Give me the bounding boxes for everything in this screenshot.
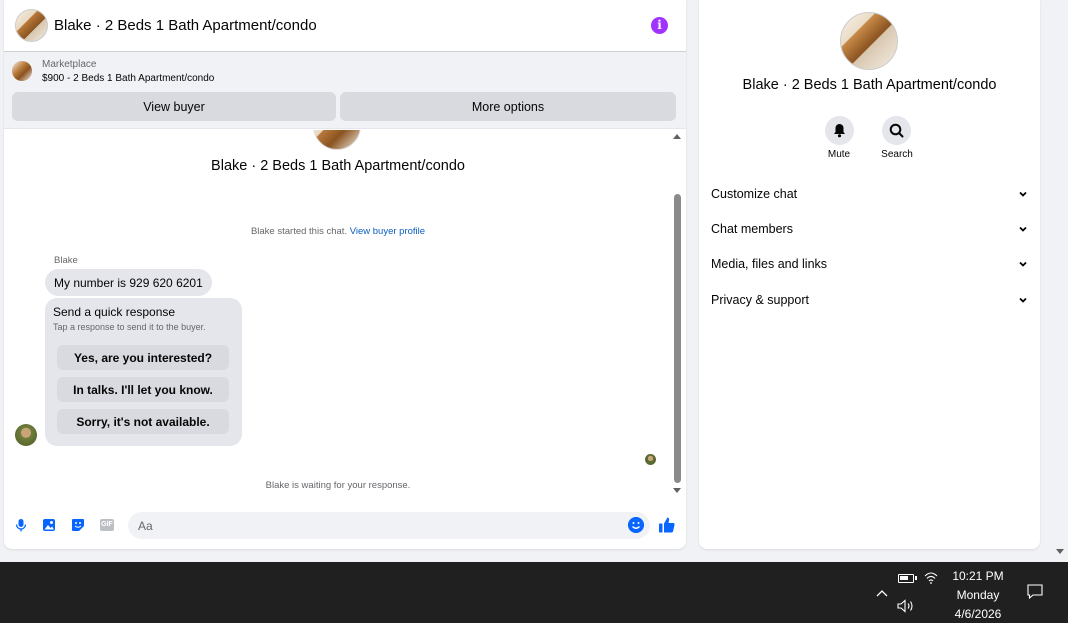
chevron-down-icon [1019, 261, 1027, 267]
conversation-title: Blake · 2 Beds 1 Bath Apartment/condo [211, 158, 465, 174]
chat-header: Blake · 2 Beds 1 Bath Apartment/condo i [4, 0, 686, 52]
chevron-up-icon[interactable] [876, 588, 888, 598]
system-clock[interactable]: 10:21 PM Monday 4/6/2026 [948, 567, 1008, 623]
bell-icon [834, 124, 845, 138]
view-buyer-profile-link[interactable]: View buyer profile [350, 226, 425, 237]
volume-icon[interactable] [897, 599, 915, 613]
chat-info-panel: Blake · 2 Beds 1 Bath Apartment/condo Mu… [699, 0, 1040, 549]
menu-item-label: Chat members [711, 222, 793, 236]
microphone-icon[interactable] [14, 518, 28, 532]
message-input[interactable]: Aa [128, 512, 650, 539]
menu-item-label: Privacy & support [711, 293, 809, 307]
listing-mini-thumbnail [12, 61, 32, 81]
buyer-avatar[interactable] [15, 424, 37, 446]
chat-started-text: Blake started this chat. [250, 226, 348, 237]
marketplace-strip: Marketplace $900 - 2 Beds 1 Bath Apartme… [4, 52, 686, 129]
conversation-avatar [313, 130, 361, 150]
info-panel-title: Blake · 2 Beds 1 Bath Apartment/condo [742, 77, 997, 93]
quick-response-option[interactable]: Yes, are you interested? [57, 345, 229, 370]
clock-date: 4/6/2026 [954, 607, 1002, 621]
clock-day: Monday [956, 588, 1000, 602]
search-icon [889, 123, 904, 138]
thumbs-up-icon[interactable] [658, 516, 676, 534]
mute-label: Mute [827, 149, 851, 160]
search-label: Search [881, 149, 913, 160]
sticker-icon[interactable] [71, 518, 85, 532]
menu-media-files-links[interactable]: Media, files and links [711, 253, 1029, 275]
chat-title: Blake · 2 Beds 1 Bath Apartment/condo [54, 17, 317, 34]
scroll-down-arrow-icon[interactable] [673, 488, 681, 493]
menu-item-label: Customize chat [711, 187, 798, 201]
scroll-thumb[interactable] [674, 194, 681, 483]
message-list[interactable]: Blake · 2 Beds 1 Bath Apartment/condo Bl… [4, 130, 672, 502]
chevron-down-icon [1019, 191, 1027, 197]
taskbar: 10:21 PM Monday 4/6/2026 [0, 562, 1068, 623]
more-options-button[interactable]: More options [340, 92, 676, 121]
quick-response-subtitle: Tap a response to send it to the buyer. [53, 322, 206, 332]
message-scrollbar[interactable] [673, 130, 683, 500]
page-scroll-down-arrow-icon[interactable] [1056, 549, 1064, 554]
wifi-icon[interactable] [924, 570, 938, 584]
message-bubble[interactable]: My number is 929 620 6201 [45, 269, 212, 296]
gif-icon[interactable]: GIF [100, 519, 114, 531]
search-button[interactable] [882, 116, 911, 145]
conversation-avatar-large[interactable] [840, 12, 898, 70]
menu-privacy-support[interactable]: Privacy & support [711, 289, 1029, 311]
waiting-notice: Blake is waiting for your response. [265, 480, 411, 491]
notification-center-icon[interactable] [1027, 584, 1043, 599]
quick-response-card: Send a quick response Tap a response to … [45, 298, 242, 446]
seen-indicator-avatar [645, 454, 656, 465]
chevron-down-icon [1019, 226, 1027, 232]
mute-button[interactable] [825, 116, 854, 145]
message-composer: GIF Aa [4, 508, 686, 544]
menu-chat-members[interactable]: Chat members [711, 218, 1029, 240]
menu-item-label: Media, files and links [711, 257, 828, 271]
view-buyer-button[interactable]: View buyer [12, 92, 336, 121]
marketplace-label: Marketplace [42, 59, 97, 70]
photo-icon[interactable] [42, 518, 56, 532]
chat-started-notice: Blake started this chat. View buyer prof… [4, 226, 672, 237]
quick-response-option[interactable]: Sorry, it's not available. [57, 409, 229, 434]
battery-icon[interactable] [898, 574, 917, 583]
clock-time: 10:21 PM [952, 569, 1004, 583]
quick-response-title: Send a quick response [53, 305, 176, 319]
chevron-down-icon [1019, 297, 1027, 303]
emoji-icon[interactable] [628, 517, 644, 533]
chat-panel: Blake · 2 Beds 1 Bath Apartment/condo i … [4, 0, 686, 549]
quick-response-option[interactable]: In talks. I'll let you know. [57, 377, 229, 402]
listing-thumbnail[interactable] [15, 9, 48, 42]
sender-name: Blake [54, 255, 78, 266]
info-icon[interactable]: i [651, 17, 668, 34]
listing-price-title[interactable]: $900 - 2 Beds 1 Bath Apartment/condo [42, 73, 214, 84]
scroll-up-arrow-icon[interactable] [673, 134, 681, 139]
menu-customize-chat[interactable]: Customize chat [711, 183, 1029, 205]
